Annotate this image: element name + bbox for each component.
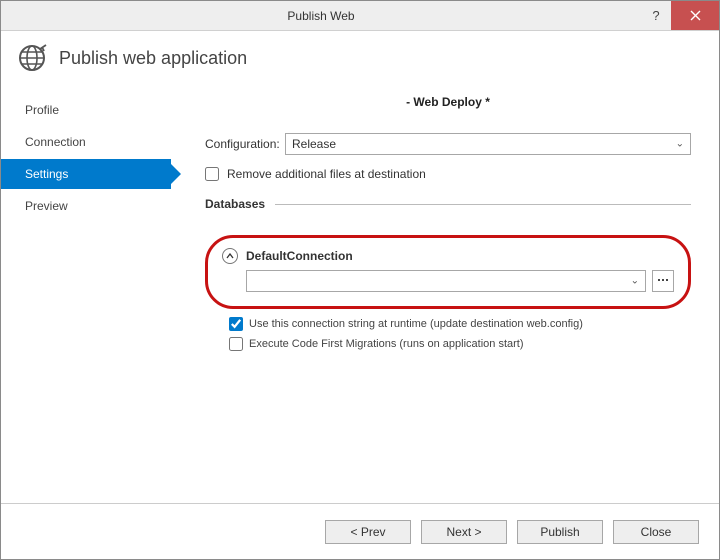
migrations-input[interactable] bbox=[229, 337, 243, 351]
remove-files-label: Remove additional files at destination bbox=[227, 167, 426, 181]
configuration-label: Configuration: bbox=[205, 137, 285, 151]
ellipsis-icon bbox=[657, 274, 669, 289]
chevron-up-icon bbox=[226, 251, 234, 262]
connection-string-row: ⌄ bbox=[222, 270, 674, 292]
chevron-down-icon: ⌄ bbox=[631, 276, 639, 287]
dialog-title: Publish web application bbox=[59, 48, 247, 69]
deploy-method-title: - Web Deploy * bbox=[205, 95, 691, 109]
nav-label: Settings bbox=[25, 167, 68, 181]
button-label: Publish bbox=[540, 525, 579, 539]
next-button[interactable]: Next > bbox=[421, 520, 507, 544]
nav-connection[interactable]: Connection bbox=[1, 127, 171, 157]
prev-button[interactable]: < Prev bbox=[325, 520, 411, 544]
title-bar: Publish Web ? bbox=[1, 1, 719, 31]
nav-profile[interactable]: Profile bbox=[1, 95, 171, 125]
remove-files-checkbox[interactable]: Remove additional files at destination bbox=[205, 167, 691, 181]
divider bbox=[275, 204, 691, 205]
connection-browse-button[interactable] bbox=[652, 270, 674, 292]
button-label: Next > bbox=[446, 525, 481, 539]
default-connection-group: DefaultConnection ⌄ bbox=[205, 235, 691, 309]
publish-button[interactable]: Publish bbox=[517, 520, 603, 544]
databases-heading: Databases bbox=[205, 197, 691, 211]
close-window-button[interactable] bbox=[671, 1, 719, 30]
nav-settings[interactable]: Settings bbox=[1, 159, 171, 189]
settings-pane: - Web Deploy * Configuration: Release ⌄ … bbox=[171, 95, 719, 503]
wizard-nav: Profile Connection Settings Preview bbox=[1, 95, 171, 503]
default-connection-header: DefaultConnection bbox=[222, 248, 674, 264]
use-runtime-input[interactable] bbox=[229, 317, 243, 331]
help-button[interactable]: ? bbox=[641, 1, 671, 30]
nav-label: Connection bbox=[25, 135, 86, 149]
publish-web-dialog: Publish Web ? Publish web application Pr… bbox=[0, 0, 720, 560]
connection-name: DefaultConnection bbox=[246, 249, 353, 263]
window-title: Publish Web bbox=[1, 1, 641, 30]
dialog-header: Publish web application bbox=[1, 31, 719, 95]
migrations-checkbox[interactable]: Execute Code First Migrations (runs on a… bbox=[229, 337, 691, 351]
configuration-value: Release bbox=[292, 137, 336, 151]
nav-label: Profile bbox=[25, 103, 59, 117]
configuration-select[interactable]: Release ⌄ bbox=[285, 133, 691, 155]
globe-icon bbox=[17, 43, 47, 73]
use-runtime-checkbox[interactable]: Use this connection string at runtime (u… bbox=[229, 317, 691, 331]
connection-string-combo[interactable]: ⌄ bbox=[246, 270, 646, 292]
chevron-down-icon: ⌄ bbox=[676, 139, 684, 150]
migrations-label: Execute Code First Migrations (runs on a… bbox=[249, 338, 524, 350]
nav-preview[interactable]: Preview bbox=[1, 191, 171, 221]
button-label: Close bbox=[641, 525, 672, 539]
nav-label: Preview bbox=[25, 199, 68, 213]
dialog-footer: < Prev Next > Publish Close bbox=[1, 503, 719, 559]
databases-label: Databases bbox=[205, 197, 265, 211]
close-button[interactable]: Close bbox=[613, 520, 699, 544]
close-icon bbox=[690, 8, 701, 24]
button-label: < Prev bbox=[350, 525, 385, 539]
dialog-body: Profile Connection Settings Preview - We… bbox=[1, 95, 719, 503]
collapse-toggle[interactable] bbox=[222, 248, 238, 264]
use-runtime-label: Use this connection string at runtime (u… bbox=[249, 318, 583, 330]
remove-files-input[interactable] bbox=[205, 167, 219, 181]
configuration-row: Configuration: Release ⌄ bbox=[205, 133, 691, 155]
